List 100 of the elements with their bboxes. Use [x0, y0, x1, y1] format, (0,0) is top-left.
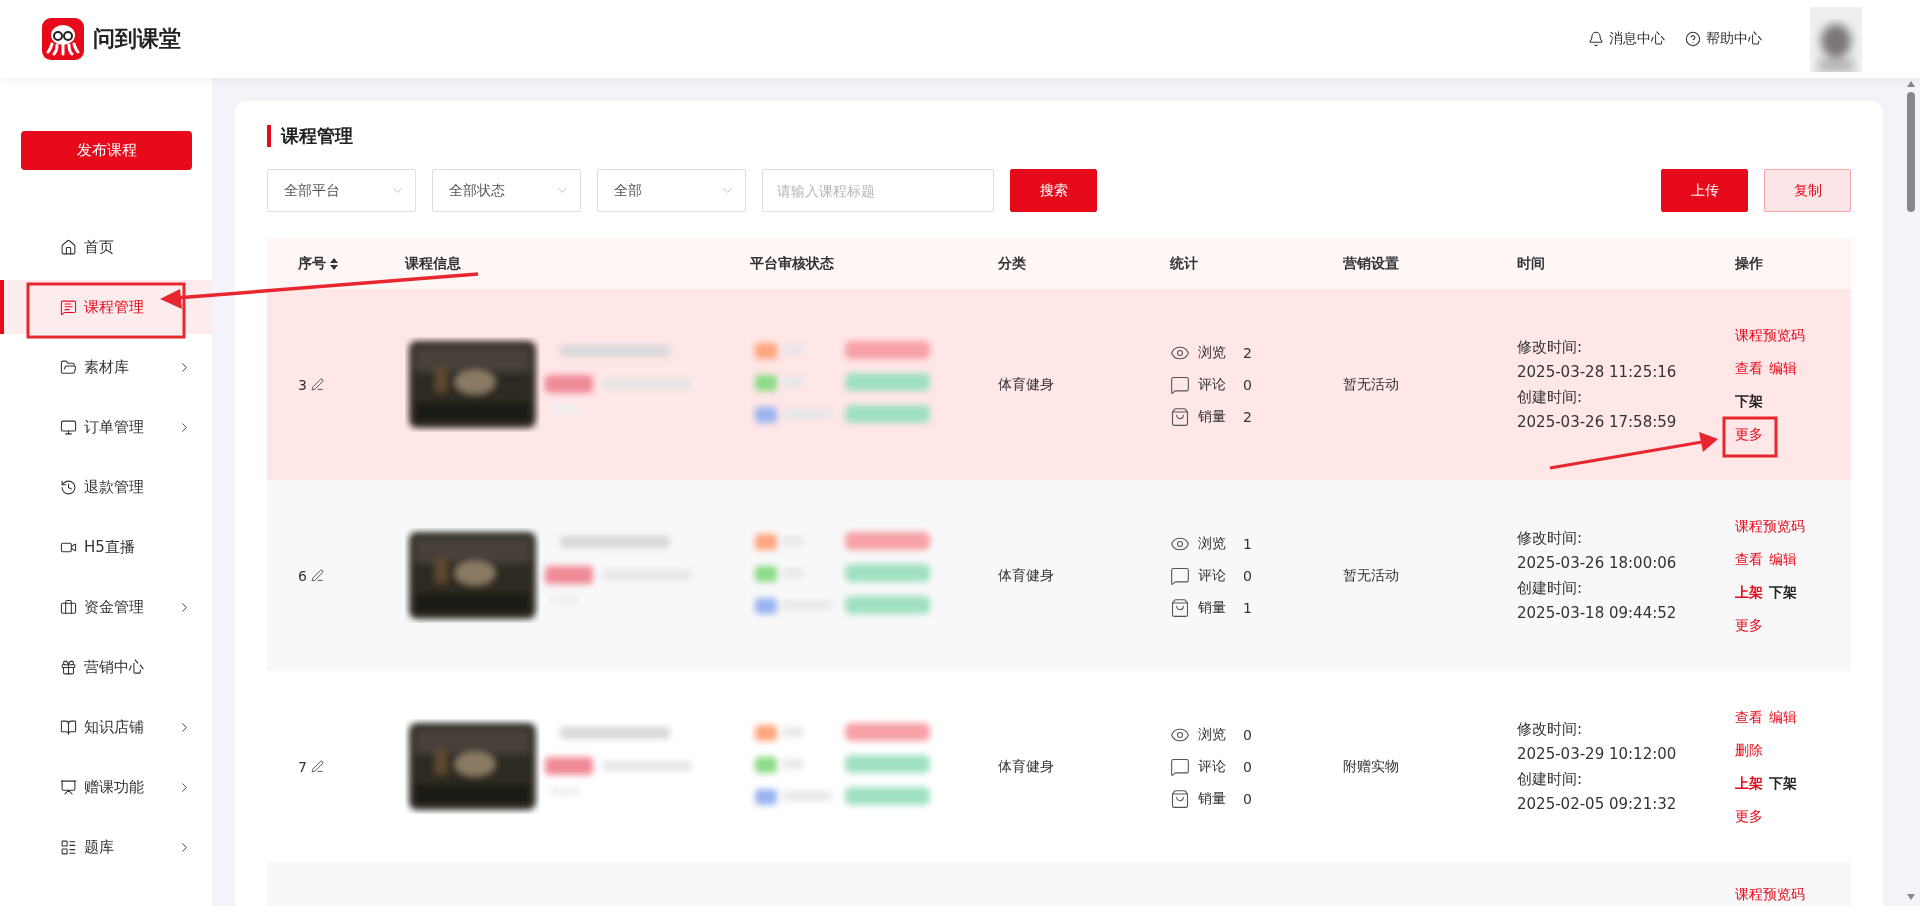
publish-course-button[interactable]: 发布课程 [21, 131, 192, 170]
annotation-box [1722, 416, 1778, 458]
stat-value: 0 [1243, 726, 1252, 743]
action-link[interactable]: 更多 [1735, 805, 1763, 827]
octopus-logo-icon [42, 18, 84, 60]
stat-value: 1 [1243, 599, 1252, 616]
action-link[interactable]: 上架 [1735, 772, 1763, 794]
sidebar-item-label: 订单管理 [84, 417, 145, 437]
briefcase-icon [60, 598, 77, 616]
action-link[interactable]: 课程预览码 [1735, 324, 1805, 346]
chat-icon [60, 298, 77, 316]
column-header: 课程信息 [405, 254, 461, 273]
action-link[interactable]: 更多 [1735, 614, 1763, 636]
action-link[interactable]: 查看 [1735, 706, 1763, 728]
action-link[interactable]: 查看 [1735, 548, 1763, 570]
sidebar-item[interactable]: 课程管理 [0, 280, 212, 334]
action-link[interactable]: 课程预览码 [1735, 884, 1805, 905]
sidebar-item-label: 题库 [84, 837, 115, 857]
stat-label: 销量 [1198, 789, 1227, 808]
column-header: 操作 [1735, 254, 1763, 273]
bag-icon [1170, 406, 1190, 427]
action-link[interactable]: 编辑 [1769, 548, 1797, 570]
column-header[interactable]: 序号 [298, 254, 326, 273]
action-link[interactable]: 查看 [1735, 357, 1763, 379]
column-header: 时间 [1517, 254, 1545, 273]
pen-icon[interactable] [310, 569, 324, 582]
table-row[interactable]: 3 体育健身 浏览 2 评论 0 销量 2 暂无活动 修改时间: 2025-03-28 11:25:16 创建时间: 2025-03-26 17:58:59 课程预览码 查看 编辑 下架 更多 [267, 289, 1851, 480]
time-label: 修改时间: [1517, 336, 1584, 358]
filter-select[interactable]: 全部状态 [432, 169, 581, 212]
category-text: 体育健身 [998, 757, 1054, 774]
table-row[interactable]: 课程预览码 [267, 862, 1851, 906]
header-link[interactable]: 消息中心 [1588, 30, 1665, 48]
sidebar-item[interactable]: 订单管理 [0, 400, 212, 454]
sidebar-item[interactable]: H5直播 [0, 520, 212, 574]
action-link[interactable]: 课程预览码 [1735, 515, 1805, 537]
sidebar-item[interactable]: 赠课功能 [0, 760, 212, 814]
sidebar-item[interactable]: 退款管理 [0, 460, 212, 514]
stat-value: 0 [1243, 790, 1252, 807]
list-icon [60, 838, 77, 856]
brand-name: 问到课堂 [93, 25, 181, 53]
row-number: 3 [298, 376, 307, 393]
action-link[interactable]: 下架 [1769, 772, 1797, 794]
category-text: 体育健身 [998, 566, 1054, 583]
comment-icon [1170, 565, 1190, 586]
folder-icon [60, 358, 77, 376]
stat-label: 销量 [1198, 407, 1227, 426]
search-field[interactable]: 请输入课程标题 [762, 169, 994, 212]
sidebar-item[interactable]: 知识店铺 [0, 700, 212, 754]
refund-icon [60, 478, 77, 496]
stat-label: 评论 [1198, 566, 1227, 585]
sort-icon[interactable] [330, 257, 338, 270]
header-link[interactable]: 帮助中心 [1685, 30, 1762, 48]
sidebar-item[interactable]: 资金管理 [0, 580, 212, 634]
action-link[interactable]: 删除 [1735, 739, 1763, 761]
stat-label: 评论 [1198, 757, 1227, 776]
upload-button[interactable]: 上传 [1661, 169, 1748, 212]
action-link[interactable]: 编辑 [1769, 357, 1797, 379]
sidebar-item-label: H5直播 [84, 537, 136, 557]
marketing-text: 附赠实物 [1343, 757, 1399, 774]
stat-label: 浏览 [1198, 343, 1227, 362]
stat-label: 浏览 [1198, 534, 1227, 553]
action-link[interactable]: 编辑 [1769, 706, 1797, 728]
column-header: 营销设置 [1343, 254, 1399, 273]
table-row[interactable]: 6 体育健身 浏览 1 评论 0 销量 1 暂无活动 修改时间: 2025-03-26 18:00:06 创建时间: 2025-03-18 09:44:52 课程预览码 查看 编辑 上架 下架 更多 [267, 480, 1851, 671]
sidebar-item[interactable]: 素材库 [0, 340, 212, 394]
sidebar-item-label: 课程管理 [84, 297, 145, 317]
action-link[interactable]: 下架 [1769, 581, 1797, 603]
search-button[interactable]: 搜索 [1010, 169, 1097, 212]
modified-time: 2025-03-29 10:12:00 [1517, 743, 1678, 765]
time-label: 修改时间: [1517, 718, 1584, 740]
comment-icon [1170, 374, 1190, 395]
page-title: 课程管理 [267, 125, 1851, 147]
time-label: 创建时间: [1517, 577, 1584, 599]
copy-button[interactable]: 复制 [1764, 169, 1851, 212]
created-time: 2025-03-26 17:58:59 [1517, 411, 1678, 433]
modified-time: 2025-03-26 18:00:06 [1517, 552, 1678, 574]
column-header: 统计 [1170, 254, 1198, 273]
home-icon [60, 238, 77, 256]
stat-label: 销量 [1198, 598, 1227, 617]
pen-icon[interactable] [310, 378, 324, 391]
monitor-icon [60, 418, 77, 436]
sidebar-item[interactable]: 首页 [0, 220, 212, 274]
filter-select[interactable]: 全部平台 [267, 169, 416, 212]
sidebar-item-label: 素材库 [84, 357, 130, 377]
stat-value: 0 [1243, 758, 1252, 775]
time-label: 创建时间: [1517, 768, 1584, 790]
action-link[interactable]: 更多 [1735, 423, 1763, 445]
sidebar-item[interactable]: 营销中心 [0, 640, 212, 694]
help-icon [1685, 31, 1701, 47]
pen-icon[interactable] [310, 760, 324, 773]
action-link[interactable]: 上架 [1735, 581, 1763, 603]
gift-icon [60, 658, 77, 676]
sidebar-item-label: 资金管理 [84, 597, 145, 617]
stat-value: 0 [1243, 376, 1252, 393]
stat-value: 1 [1243, 535, 1252, 552]
modified-time: 2025-03-28 11:25:16 [1517, 361, 1678, 383]
action-link[interactable]: 下架 [1735, 390, 1763, 412]
sidebar-item[interactable]: 题库 [0, 820, 212, 874]
stat-value: 2 [1243, 408, 1252, 425]
filter-select[interactable]: 全部 [597, 169, 746, 212]
